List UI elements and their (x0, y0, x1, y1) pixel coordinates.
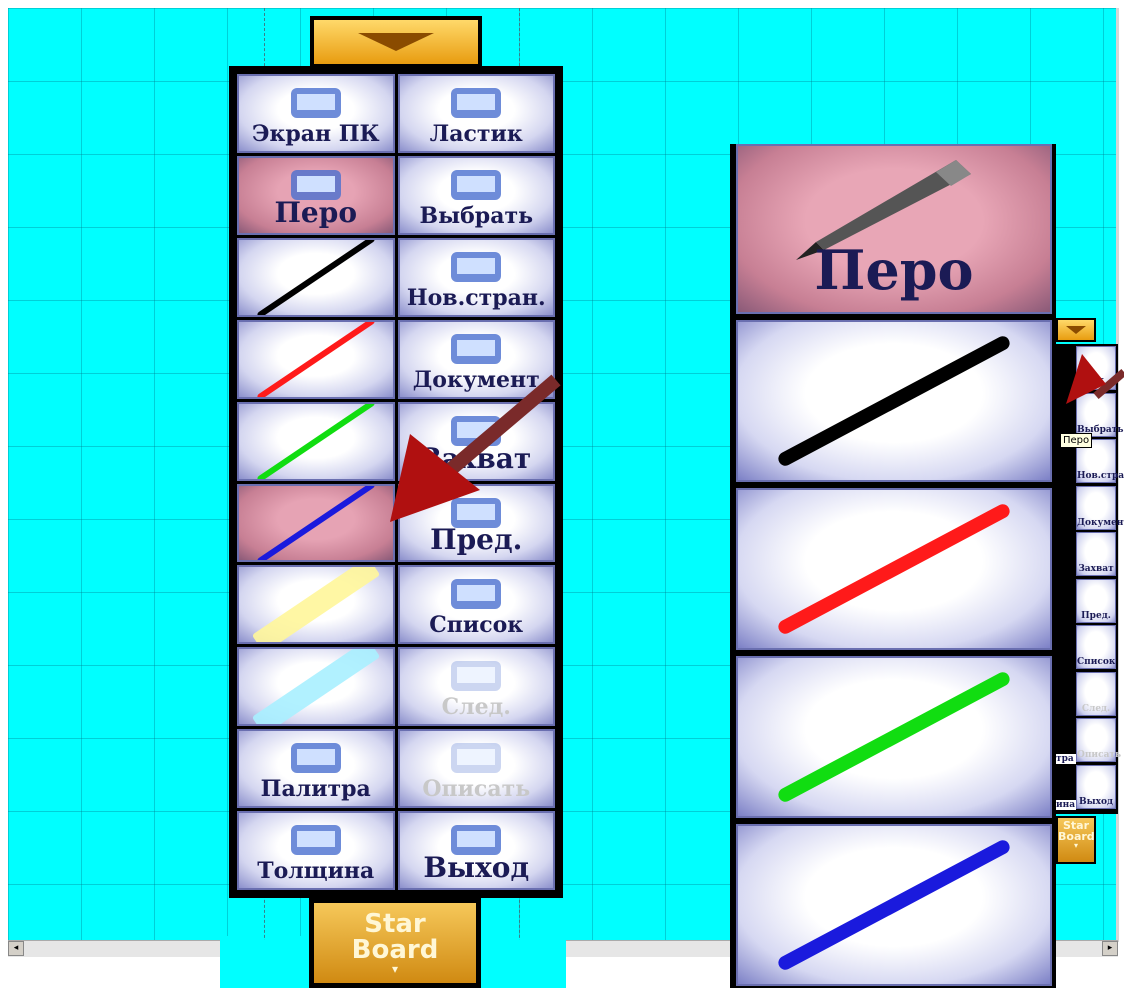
tool-label: Описать (422, 776, 531, 803)
mini-starboard-button[interactable]: Star Board ▾ (1056, 816, 1096, 864)
tool-label: След. (441, 694, 511, 721)
tool-button-cursor-arrow-icon[interactable]: Выбрать (397, 155, 555, 235)
chevron-down-icon: ▾ (391, 962, 399, 976)
tool-button-eraser-icon[interactable]: Ластик (397, 74, 555, 153)
document-icon (421, 330, 531, 372)
tool-button-next-page-icon[interactable]: След. (397, 647, 555, 727)
tool-button-black-line-icon[interactable] (237, 237, 395, 317)
cursor-arrow-icon (421, 166, 531, 208)
starboard-label-line1: Star (364, 909, 426, 939)
tool-label: Выход (423, 851, 530, 884)
mini-tool-button[interactable]: Описать (1076, 718, 1122, 762)
annotation-arrow-icon (1066, 354, 1124, 404)
starboard-label-line2: Board (351, 935, 439, 965)
palette-icon (261, 739, 371, 781)
annotation-arrow-icon (390, 374, 561, 522)
board-icon (421, 739, 531, 781)
collapse-arrow-icon (358, 33, 434, 51)
blue-line-icon (256, 485, 376, 561)
tool-button-mouse-icon[interactable]: Экран ПК (237, 74, 395, 153)
zoom-line-button[interactable] (736, 656, 1052, 818)
tool-button-exit-door-icon[interactable]: Выход (397, 811, 555, 890)
mini-tool-button[interactable]: Выход (1076, 764, 1116, 809)
mini-tool-button[interactable]: Список (1076, 625, 1116, 669)
tool-button-palette-icon[interactable]: Палитра (237, 729, 395, 809)
mini-tool-label: Описать (1077, 750, 1122, 760)
cyan-highlighter-icon (251, 649, 380, 725)
tool-label: Список (429, 612, 524, 639)
tool-label: Ластик (429, 120, 523, 147)
mini-collapse-button[interactable] (1056, 318, 1096, 342)
zoomed-toolbar-detail: Перо (730, 144, 1056, 988)
eraser-icon (421, 84, 531, 126)
mini-tool-label: Выход (1079, 796, 1113, 807)
zoom-pen-button[interactable]: Перо (736, 144, 1052, 314)
collapse-arrow-icon (1066, 326, 1086, 334)
tool-button-new-page-icon[interactable]: Нов.стран. (397, 237, 555, 317)
starboard-menu-button[interactable]: Star Board ▾ (309, 898, 481, 988)
mini-partial-label: тра (1056, 754, 1076, 764)
tool-button-line-width-icon[interactable]: Толщина (237, 811, 395, 890)
zoom-line-button[interactable] (736, 824, 1052, 986)
tool-label: Выбрать (419, 202, 534, 229)
scroll-right-icon[interactable]: ▸ (1102, 941, 1118, 956)
black-line-icon (256, 239, 376, 315)
mouse-icon (261, 84, 371, 126)
mini-tool-label: Нов.стран. (1077, 471, 1124, 481)
mini-partial-label: ина (1056, 800, 1076, 810)
new-page-icon (421, 248, 531, 290)
next-page-icon (421, 657, 531, 699)
green-line-icon (256, 403, 376, 479)
tool-button-yellow-highlighter-icon[interactable] (237, 565, 395, 645)
zoom-line-button[interactable] (736, 488, 1052, 650)
blue-line-icon (775, 837, 1013, 973)
mini-tool-label: Список (1077, 657, 1116, 667)
tooltip: Перо (1060, 433, 1093, 448)
tool-label: Перо (274, 195, 357, 229)
chevron-down-icon: ▾ (1073, 841, 1078, 850)
collapse-toolbar-button[interactable] (310, 16, 482, 68)
tool-label: Палитра (260, 776, 371, 803)
mini-tool-button[interactable]: Документ (1076, 485, 1124, 530)
black-line-icon (775, 333, 1013, 469)
tool-button-board-icon[interactable]: Описать (397, 729, 555, 809)
zoom-line-button[interactable] (736, 320, 1052, 482)
yellow-highlighter-icon (251, 567, 380, 643)
tool-label: Нов.стран. (406, 284, 546, 311)
mini-tool-button[interactable]: Пред. (1076, 578, 1116, 623)
mini-tool-label: Пред. (1081, 610, 1111, 621)
mini-tool-button[interactable]: Захват (1076, 532, 1116, 576)
tool-label: Экран ПК (251, 120, 380, 147)
tool-label: Толщина (257, 858, 375, 884)
mini-tool-button[interactable]: След. (1076, 671, 1116, 716)
mini-tool-label: След. (1081, 703, 1111, 714)
scroll-left-icon[interactable]: ◂ (8, 941, 24, 956)
tool-button-page-list-icon[interactable]: Список (397, 565, 555, 645)
tool-button-cyan-highlighter-icon[interactable] (237, 647, 395, 727)
line-width-icon (261, 821, 371, 863)
tool-button-pen-icon[interactable]: Перо (237, 155, 395, 235)
red-line-icon (775, 501, 1013, 637)
mini-tool-label: Захват (1078, 564, 1114, 574)
zoom-pen-label: Перо (814, 238, 974, 302)
green-line-icon (775, 669, 1013, 805)
red-line-icon (256, 321, 376, 397)
mini-tool-label: Документ (1077, 517, 1124, 528)
page-list-icon (421, 575, 531, 617)
